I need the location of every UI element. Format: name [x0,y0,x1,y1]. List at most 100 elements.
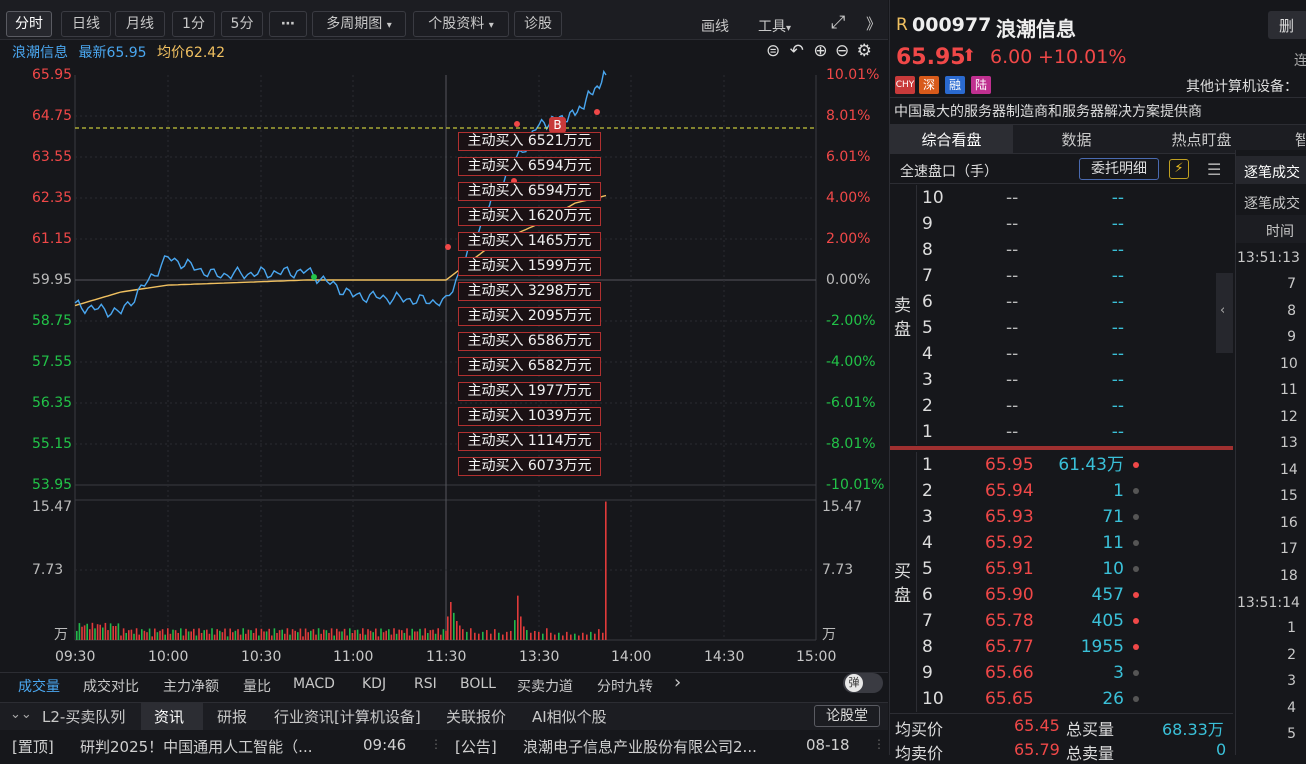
indicator-tab[interactable]: 成交量 [18,676,60,696]
active-buy-tag[interactable]: 主动买入 6594万元 [458,182,601,201]
time-label: 14:00 [611,649,652,665]
menu-icon[interactable]: ☰ [1207,160,1221,179]
ob-price[interactable]: 65.95 [985,452,1034,478]
volume-bar [221,632,224,640]
tab-l2-queue[interactable]: L2-买卖队列 [42,706,125,727]
volume-bar [494,629,496,640]
indicator-tab[interactable]: BOLL [460,676,496,692]
ob-price[interactable]: 65.93 [985,504,1034,530]
bullet-toggle[interactable]: 弹 [843,673,883,693]
ob-price[interactable]: 65.94 [985,478,1034,504]
volume-bar [252,632,255,640]
indicator-tab[interactable]: 量比 [243,676,271,696]
divider [890,97,1306,98]
volume-bar [112,626,114,640]
ob-price[interactable]: 65.65 [985,686,1034,712]
ob-price[interactable]: 65.91 [985,556,1034,582]
volume-bar [594,633,596,640]
ob-price[interactable]: 65.92 [985,530,1034,556]
volume-bar [367,629,369,640]
badge-connect: 陆 [971,76,991,94]
volume-bar [514,620,516,640]
tab-trades-2[interactable]: 逐笔成交 [1244,193,1300,213]
buy-marker[interactable]: B [549,117,566,133]
ob-price[interactable]: 65.66 [985,660,1034,686]
active-buy-tag[interactable]: 主动买入 6521万元 [458,132,601,151]
active-buy-tag[interactable]: 主动买入 1039万元 [458,407,601,426]
quote-price: 65.95 [896,45,966,70]
volume-bar [411,628,413,640]
total-sell-label: 总卖量 [1066,744,1115,763]
active-buy-tag[interactable]: 主动买入 6586万元 [458,332,601,351]
link-label[interactable]: 连 [1294,50,1306,70]
indicator-tab[interactable]: 主力净额 [163,676,219,696]
active-buy-tag[interactable]: 主动买入 1977万元 [458,382,601,401]
active-buy-tag[interactable]: 主动买入 1620万元 [458,207,601,226]
news-title-1[interactable]: 研判2025！中国通用人工智能（... [80,736,312,757]
volume-bar [278,630,281,640]
active-buy-tag[interactable]: 主动买入 1114万元 [458,432,601,451]
tab-related-quotes[interactable]: 关联报价 [446,706,506,727]
active-buy-tag[interactable]: 主动买入 6582万元 [458,357,601,376]
quote-stock-name: 浪潮信息 [996,17,1076,41]
avg-buy-price: 65.45 [1014,716,1060,735]
ob-dot [1133,618,1139,624]
time-label: 11:00 [333,649,374,665]
volume-bar [185,628,187,640]
tab-data[interactable]: 数据 [1015,126,1138,154]
industry-label[interactable]: 其他计算机设备： [1186,76,1298,96]
trade-row: 16 [1280,514,1298,531]
ob-volume: -- [1111,396,1124,416]
ob-level: 2 [922,481,933,501]
volume-bar [429,630,432,640]
active-buy-tag[interactable]: 主动买入 2095万元 [458,307,601,326]
expand-handle[interactable]: ‹ [1216,273,1233,353]
trade-row: 7 [1287,276,1296,292]
ob-price[interactable]: 65.77 [985,634,1034,660]
volume-bar [99,624,101,640]
indicator-tab[interactable]: 成交对比 [83,676,139,696]
tab-trades[interactable]: 逐笔成交 [1244,162,1300,182]
collapse-down-icon[interactable]: ⌄⌄ [10,707,32,722]
indicator-tab[interactable]: 买卖力道 [517,676,573,696]
ob-level: 7 [922,266,933,286]
volume-bar [190,631,192,640]
indicator-tab[interactable]: RSI [414,676,437,692]
total-buy-label: 总买量 [1066,720,1115,739]
tab-overview[interactable]: 综合看盘 [890,126,1013,154]
ob-dot [1133,566,1139,572]
active-buy-tag[interactable]: 主动买入 6073万元 [458,457,601,476]
active-buy-tag[interactable]: 主动买入 1465万元 [458,232,601,251]
forum-button[interactable]: 论股堂 [814,705,880,727]
volume-label-left: 7.73 [32,562,64,578]
price-label-left: 65.95 [32,67,73,83]
tab-news[interactable]: 资讯 [154,706,184,727]
volume-bar [470,628,472,640]
more-indicators-icon[interactable]: › [674,672,681,693]
tab-ai-similar[interactable]: AI相似个股 [532,706,607,727]
avg-buy-label: 均买价 [895,720,944,739]
ob-volume: -- [1111,370,1124,390]
lightning-icon[interactable]: ⚡ [1169,159,1189,179]
ob-price[interactable]: 65.78 [985,608,1034,634]
volume-bar [517,595,519,640]
active-buy-tag[interactable]: 主动买入 6594万元 [458,157,601,176]
volume-bar [453,612,455,640]
volume-bar [570,634,572,640]
indicator-tab[interactable]: MACD [293,676,335,692]
trade-row: 1 [1287,620,1296,636]
delete-button[interactable]: 删 [1268,11,1306,39]
ob-volume: -- [1111,188,1124,208]
news-title-2[interactable]: 浪潮电子信息产业股份有限公司2... [523,736,757,757]
tab-research[interactable]: 研报 [217,706,247,727]
trade-row: 2 [1287,646,1296,663]
tab-industry-news[interactable]: 行业资讯[计算机设备] [274,706,421,727]
trade-row: 13 [1280,435,1298,451]
active-buy-tag[interactable]: 主动买入 1599万元 [458,257,601,276]
indicator-tab[interactable]: KDJ [362,676,386,692]
active-buy-tag[interactable]: 主动买入 3298万元 [458,282,601,301]
ob-price[interactable]: 65.90 [985,582,1034,608]
volume-bar [247,629,250,640]
order-detail-button[interactable]: 委托明细 [1079,158,1159,180]
indicator-tab[interactable]: 分时九转 [597,676,653,696]
